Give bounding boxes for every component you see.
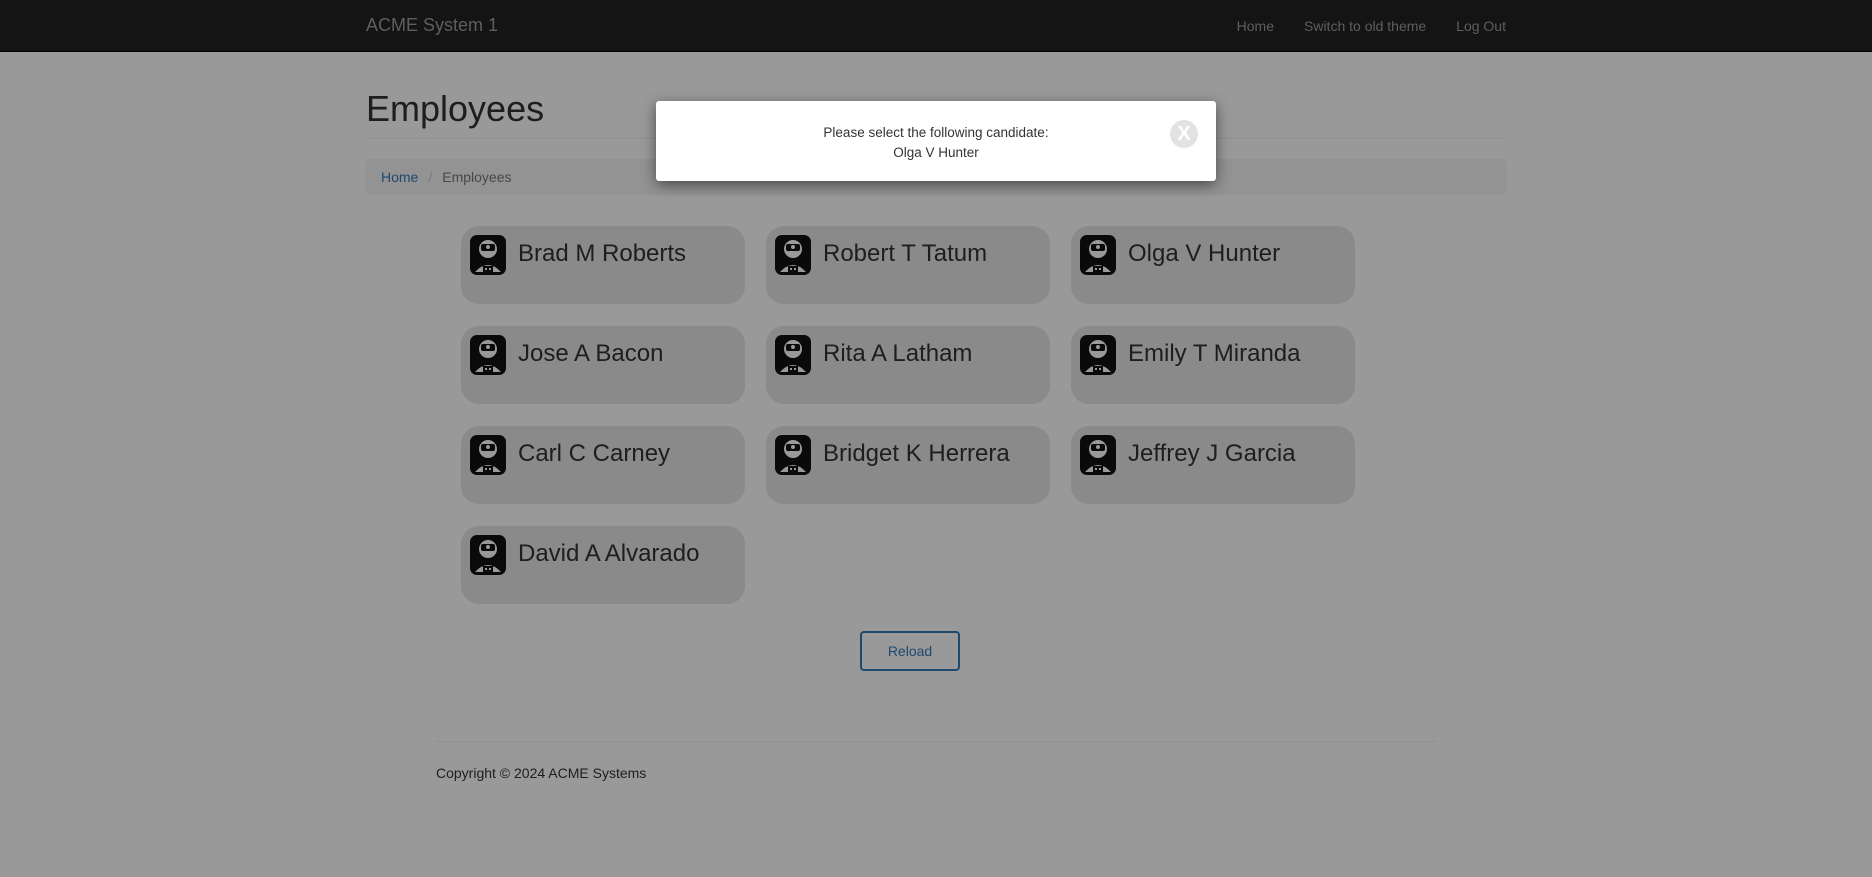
modal-candidate-name: Olga V Hunter <box>893 145 979 160</box>
close-icon[interactable]: X <box>1170 120 1198 148</box>
modal-prompt: Please select the following candidate: <box>823 125 1049 140</box>
modal-message: Please select the following candidate: O… <box>656 123 1216 163</box>
candidate-modal: Please select the following candidate: O… <box>656 101 1216 181</box>
